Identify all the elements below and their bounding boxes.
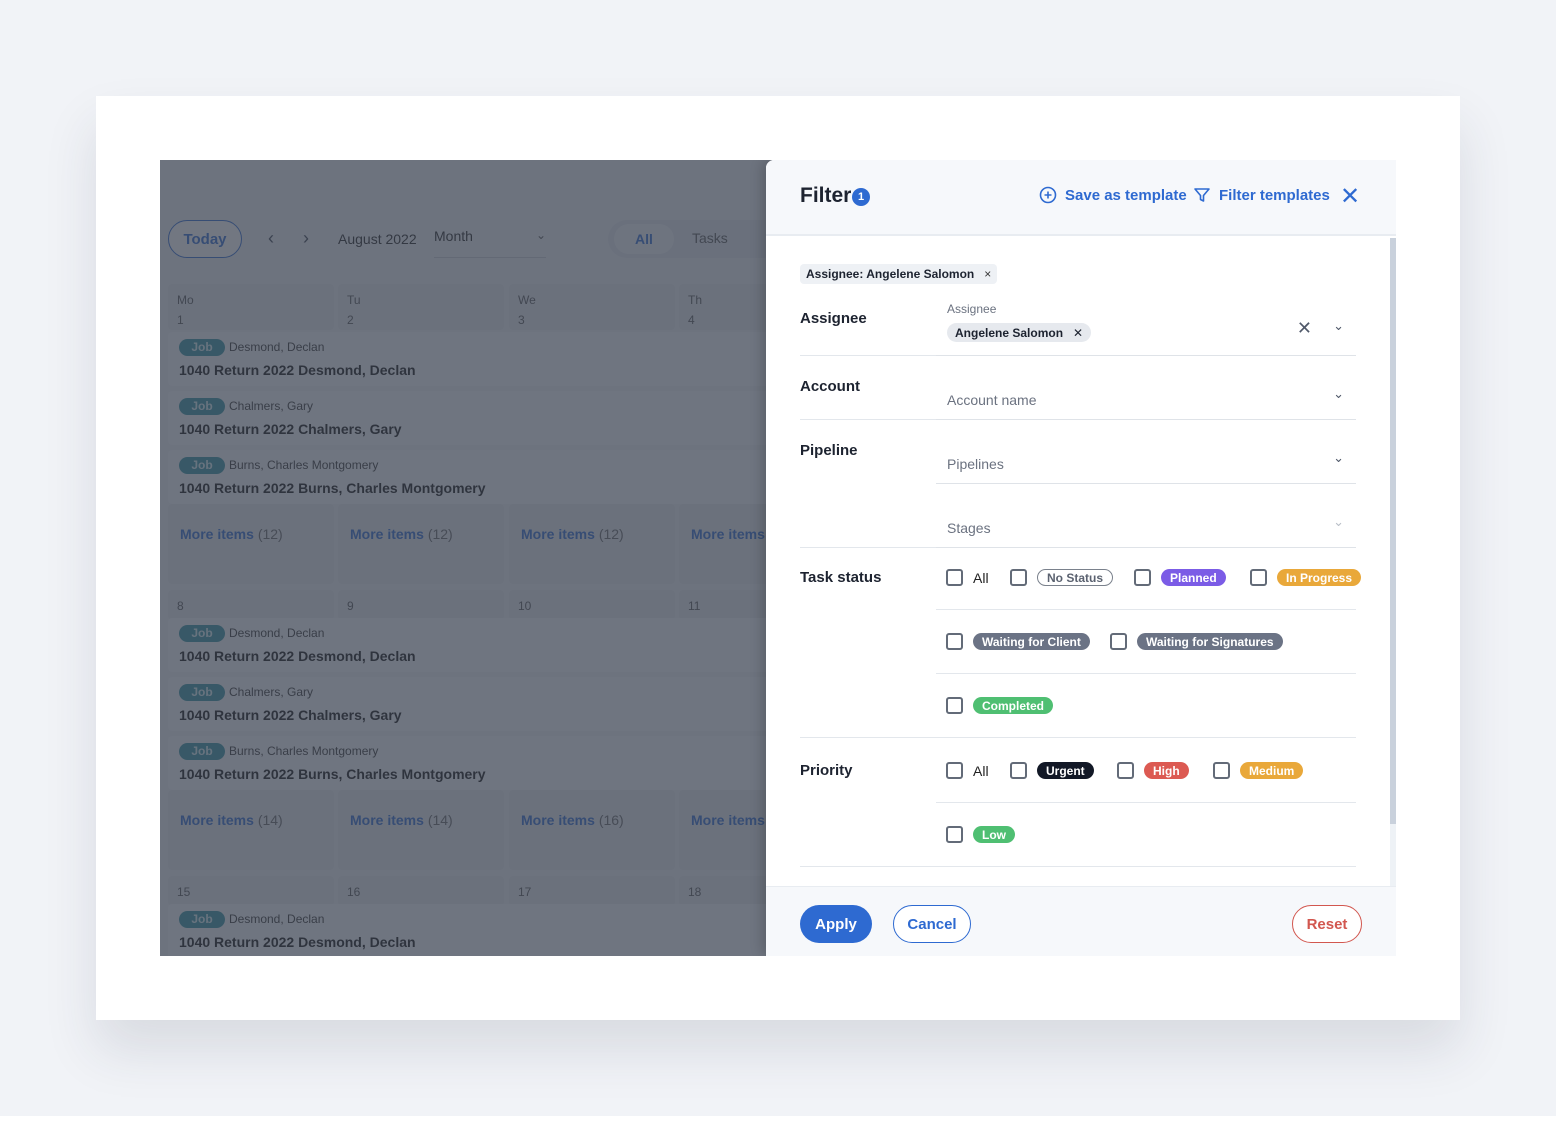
filter-templates-label: Filter templates: [1219, 186, 1330, 204]
task-status-planned-option[interactable]: Planned: [1134, 569, 1226, 586]
save-as-template-label: Save as template: [1065, 186, 1187, 204]
checkbox[interactable]: [946, 633, 963, 650]
filter-body: Assignee: Angelene Salomon × Assignee As…: [766, 238, 1390, 886]
priority-low-option[interactable]: Low: [946, 826, 1015, 843]
app-viewport: Today ‹ › August 2022 Month ⌄ All Tasks …: [160, 160, 1396, 956]
assignee-field-label: Assignee: [947, 302, 997, 316]
divider: [800, 866, 1356, 867]
status-pill: Waiting for Client: [973, 633, 1090, 650]
task-status-waiting-signatures-option[interactable]: Waiting for Signatures: [1110, 633, 1283, 650]
checkbox[interactable]: [1010, 762, 1027, 779]
task-status-no-status-option[interactable]: No Status: [1010, 569, 1114, 586]
priority-all-option[interactable]: All: [946, 762, 989, 779]
divider: [800, 737, 1356, 738]
pipelines-select[interactable]: Pipelines ⌄: [936, 444, 1356, 484]
priority-medium-option[interactable]: Medium: [1213, 762, 1304, 779]
filter-header: Filter 1 Save as template Filter templat…: [766, 160, 1396, 236]
checkbox[interactable]: [946, 826, 963, 843]
assignee-select[interactable]: Assignee Angelene Salomon ✕ ✕ ⌄: [936, 302, 1356, 356]
chevron-down-icon[interactable]: ⌄: [1333, 386, 1344, 402]
priority-label: Priority: [800, 762, 853, 779]
chevron-down-icon[interactable]: ⌄: [1333, 450, 1344, 466]
stages-select[interactable]: Stages ⌄: [936, 508, 1356, 548]
priority-high-option[interactable]: High: [1117, 762, 1189, 779]
pipeline-label: Pipeline: [800, 442, 858, 459]
bottom-strip: [0, 1116, 1556, 1128]
checkbox[interactable]: [946, 697, 963, 714]
option-label: All: [973, 569, 989, 586]
remove-assignee-icon[interactable]: ✕: [1073, 326, 1083, 340]
applied-filter-label: Assignee: Angelene Salomon: [806, 267, 975, 281]
priority-pill: High: [1144, 762, 1189, 779]
clear-icon[interactable]: ✕: [1297, 318, 1312, 339]
divider: [800, 355, 936, 356]
chevron-down-icon: ⌄: [1333, 514, 1344, 529]
divider: [800, 547, 936, 548]
task-status-all-option[interactable]: All: [946, 569, 989, 586]
filter-footer: Apply Cancel Reset: [766, 886, 1396, 956]
checkbox[interactable]: [1134, 569, 1151, 586]
assignee-label: Assignee: [800, 310, 867, 327]
applied-filter-chip: Assignee: Angelene Salomon ×: [800, 264, 998, 284]
status-pill: In Progress: [1277, 569, 1362, 586]
scrollbar-thumb[interactable]: [1390, 238, 1396, 824]
checkbox[interactable]: [946, 762, 963, 779]
account-select[interactable]: Account name ⌄: [936, 378, 1356, 420]
apply-button[interactable]: Apply: [800, 905, 872, 943]
status-pill: Waiting for Signatures: [1137, 633, 1283, 650]
reset-button[interactable]: Reset: [1292, 905, 1362, 943]
filter-templates-button[interactable]: Filter templates: [1193, 186, 1330, 204]
checkbox[interactable]: [1110, 633, 1127, 650]
active-filter-count: 1: [852, 188, 870, 206]
priority-pill: Low: [973, 826, 1015, 843]
cancel-button[interactable]: Cancel: [893, 905, 971, 943]
filter-title: Filter: [800, 184, 852, 207]
status-pill: Planned: [1161, 569, 1226, 586]
divider: [936, 802, 1356, 803]
task-status-completed-option[interactable]: Completed: [946, 697, 1054, 714]
task-status-in-progress-option[interactable]: In Progress: [1250, 569, 1362, 586]
account-placeholder: Account name: [947, 392, 1037, 408]
checkbox[interactable]: [1250, 569, 1267, 586]
priority-pill: Medium: [1240, 762, 1304, 779]
plus-circle-icon: [1039, 186, 1057, 204]
task-status-label: Task status: [800, 569, 882, 586]
checkbox[interactable]: [1010, 569, 1027, 586]
assignee-chip-label: Angelene Salomon: [955, 325, 1064, 340]
checkbox[interactable]: [1117, 762, 1134, 779]
pipelines-placeholder: Pipelines: [947, 456, 1004, 472]
task-status-waiting-client-option[interactable]: Waiting for Client: [946, 633, 1090, 650]
close-icon[interactable]: ✕: [1340, 182, 1360, 211]
save-as-template-button[interactable]: Save as template: [1039, 186, 1187, 204]
remove-chip-icon[interactable]: ×: [984, 267, 991, 281]
stages-placeholder: Stages: [947, 520, 991, 536]
assignee-chip: Angelene Salomon ✕: [947, 323, 1092, 342]
divider: [936, 673, 1356, 674]
status-pill: Completed: [973, 697, 1054, 714]
divider: [936, 609, 1356, 610]
divider: [800, 419, 936, 420]
checkbox[interactable]: [1213, 762, 1230, 779]
account-label: Account: [800, 378, 860, 395]
priority-pill: Urgent: [1037, 762, 1094, 779]
scrollbar[interactable]: [1390, 238, 1396, 886]
checkbox[interactable]: [946, 569, 963, 586]
funnel-icon: [1194, 188, 1210, 202]
priority-urgent-option[interactable]: Urgent: [1010, 762, 1094, 779]
filter-panel: Filter 1 Save as template Filter templat…: [766, 160, 1396, 956]
status-pill: No Status: [1037, 569, 1114, 586]
chevron-down-icon[interactable]: ⌄: [1333, 318, 1344, 334]
option-label: All: [973, 762, 989, 779]
